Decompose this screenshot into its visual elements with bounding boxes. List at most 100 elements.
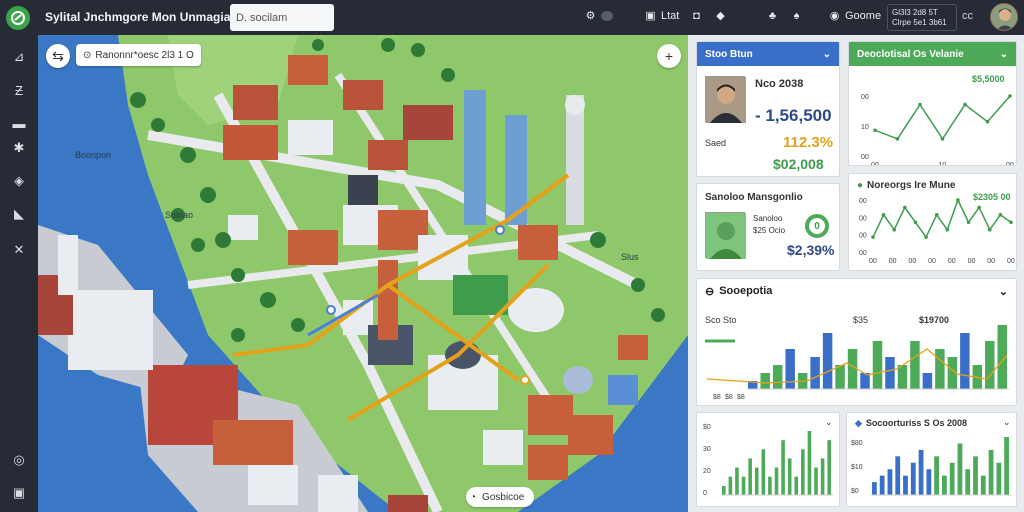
bar-card-right[interactable]: ◆ Socoorturiss S Os 2008 ⌄ $80 $10 $0 [846,412,1017,507]
second-line: Sanoloo [753,214,783,223]
bar [781,440,785,495]
bar [960,333,970,389]
profile-amount: $02,008 [773,156,824,172]
trend-mid-chart: 0000000000 00 00 00 00 00 00 00 [859,198,1015,265]
dashboard-panel: Stoo Btun ⌄ Nco 2038 - 1,56,500 112.3% $… [688,35,1024,512]
bar [785,349,795,389]
gear-icon: ⚙ [585,10,596,22]
bottom-map-control[interactable]: ◔ Gosbicoe [466,487,535,507]
x-tick-label: 00 [948,258,956,265]
spending-chart: $8 $8 $8 [705,325,1009,401]
bar [807,431,812,495]
tag-icon: ◆ [716,10,725,22]
bar [885,357,895,389]
bar [887,469,893,495]
x-tick-label: 00 [928,258,936,265]
x-tick-label: 00 [987,258,995,265]
settings-toggle[interactable]: ⚙ [584,9,613,22]
pin-icon: ⊙ [83,49,92,61]
trend-card-mid[interactable]: ● Noreorgs Ire Mune $2305 00 00 00 00 00 00 0… [848,173,1017,271]
search-input[interactable] [236,11,320,24]
second-profile-card[interactable]: Sanoloo Mansgonlio Sanoloo $25 Ocio 0 $2… [696,183,840,271]
card-header: Stoo Btun ⌄ [697,42,839,66]
bar [810,357,820,389]
avatar[interactable] [990,3,1018,31]
film-icon: ▣ [645,10,656,22]
back-button[interactable]: ⇆ [46,44,70,68]
users-icon: ♣ [768,9,777,22]
bar [860,373,870,389]
people-icon: ♠ [793,9,800,22]
bar [748,458,752,495]
bar [980,475,986,495]
bar [934,456,939,495]
toolbar-item-label: Goome [845,9,882,22]
legend-label: $8 [725,394,733,401]
users-button[interactable]: ♣ [766,9,779,22]
map-label: Boonpon [75,150,112,160]
data-point [895,137,900,141]
bar [957,443,963,495]
bar [897,365,908,389]
cc-button[interactable]: cc [962,10,973,22]
people-button[interactable]: ♠ [790,9,803,22]
x-tick-label: 00 [889,258,897,265]
cross-tools-icon[interactable]: ✕ [11,242,27,258]
bar [735,467,739,495]
spending-card[interactable]: ⊖ Sooepotia ⌄ Sco Sto $35 $19700 $8 $8 $8 [696,278,1017,406]
toggle-switch[interactable] [601,10,613,21]
locate-icon: ◔ [470,491,477,503]
bar [903,475,908,495]
card-icon[interactable]: ▬ [11,115,27,131]
chevron-down-icon[interactable]: ⌄ [825,417,833,428]
y-tick-label: 00 [859,250,867,257]
globe-icon[interactable]: ◎ [11,452,27,468]
profile-card[interactable]: Stoo Btun ⌄ Nco 2038 - 1,56,500 112.3% $… [696,41,840,177]
app-logo[interactable] [6,6,30,30]
y-tick-label: 00 [859,198,867,205]
toolbar-item-goome[interactable]: ◉ Goome [828,9,882,23]
card-title: Stoo Btun [705,48,753,60]
map-canvas [38,35,688,512]
data-point [977,205,981,210]
data-point [985,119,990,124]
status-box[interactable]: Gl3l3 2d8 5T Clrpe 5e1 3b61 [887,4,957,31]
bar [728,476,733,495]
ring-value: 0 [814,220,820,232]
chart-scatter-icon[interactable]: ⊿ [11,49,27,65]
y-tick-label: 00 [861,154,869,161]
bar [722,485,726,495]
location-pill[interactable]: ⊙ Ranonnr*oesc 2l3 1 O [76,44,201,66]
bar-card-left[interactable]: $0 30 20 0 ⌄ [696,412,840,507]
bar [814,467,818,495]
z-icon[interactable]: Ƶ [11,82,27,98]
toolbar-item-ltat[interactable]: ▣ Ltat [644,9,679,23]
chevron-down-icon[interactable]: ⌄ [823,49,831,60]
data-point [881,213,886,217]
city-map[interactable]: ⇆ ⊙ Ranonnr*oesc 2l3 1 O + Boonpon Solna… [38,35,688,512]
tag-button[interactable]: ◆ [714,9,727,22]
data-point [998,213,1003,217]
bar [988,449,994,495]
trend-top-chart: 00100000 10 00 [861,94,1014,166]
chevron-down-icon[interactable]: ⌄ [1000,49,1008,60]
x-tick-label: 00 [1006,162,1014,166]
search-box[interactable] [230,4,334,31]
settings-icon[interactable]: ✱ [11,140,27,156]
bar [822,333,833,389]
bar [872,482,877,495]
top-bar: Sylital Jnchmgore Mon Unmagia ⚙ ▣ Ltat ◘… [0,0,1024,35]
left-sidebar: ⊿ Ƶ ▬ ✱ ◈ ◣ ✕ ◎ ▣ [0,35,38,512]
bar [942,475,947,495]
bar-chart-right: $80 $10 $0 [851,437,1011,496]
y-tick-label: 10 [861,124,869,131]
layers-icon[interactable]: ◈ [11,173,27,189]
inbox-icon[interactable]: ▣ [11,485,27,501]
folder-button[interactable]: ◘ [690,9,703,22]
trend-card-top[interactable]: Deoclotisal Os Velanie ⌄ $5,5000 00 10 00 0… [848,41,1017,166]
zoom-in-button[interactable]: + [657,44,681,68]
y-tick-label: 30 [703,446,711,453]
bar [794,476,799,495]
tools-icon[interactable]: ◣ [11,206,27,222]
bar [787,458,792,495]
